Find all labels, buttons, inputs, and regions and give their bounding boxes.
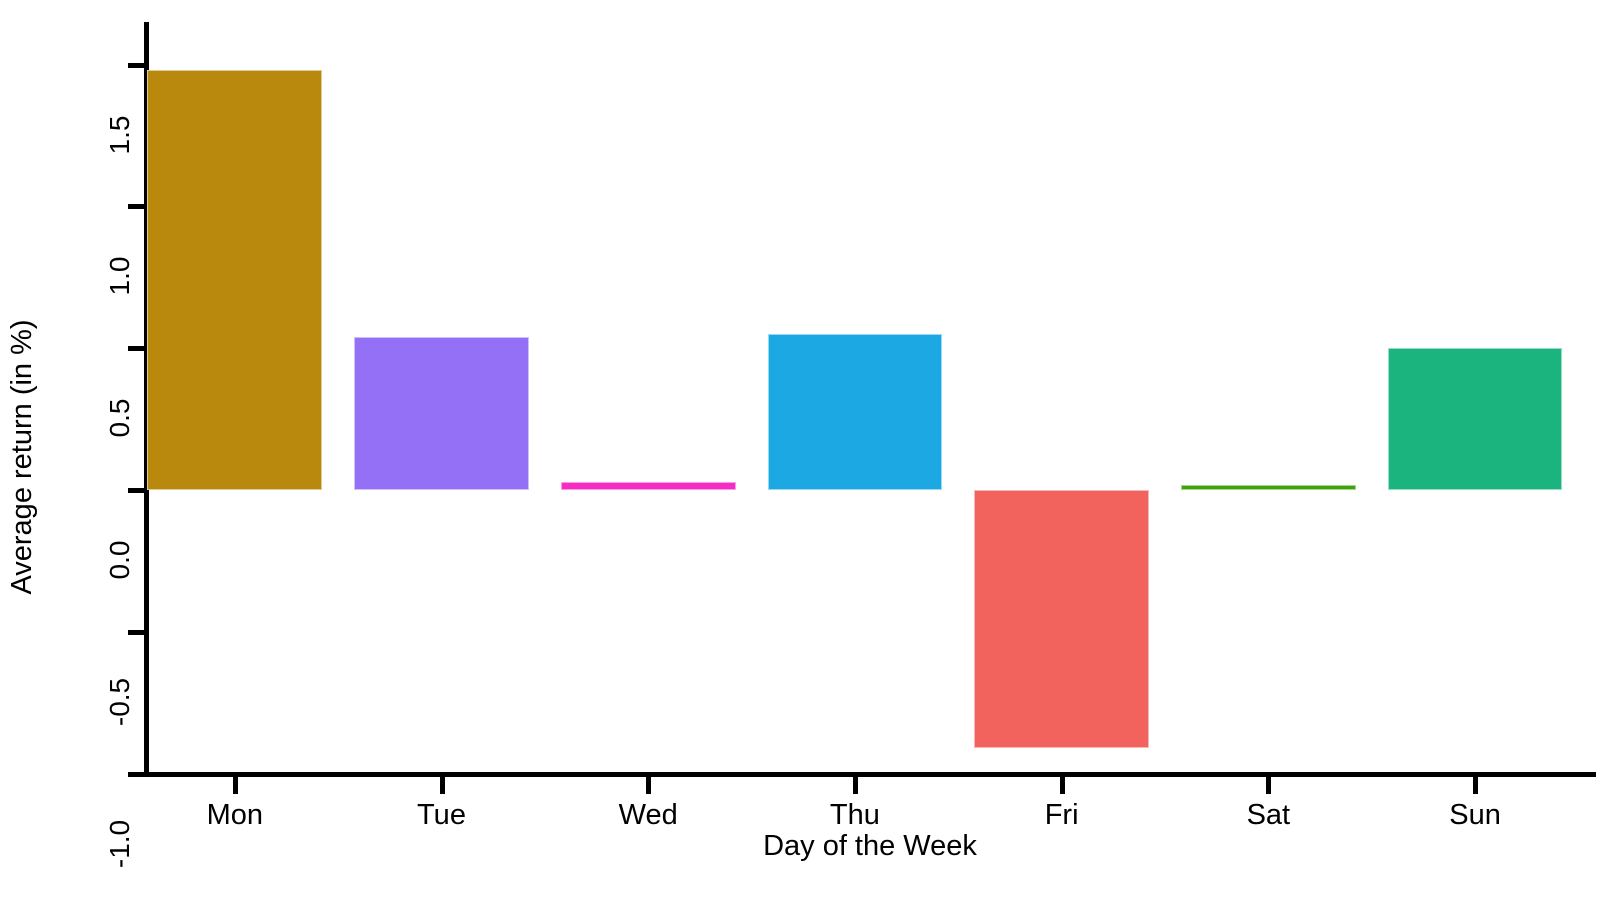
y-axis-tick-label: 1.0 xyxy=(104,256,135,296)
x-axis-tick-label-sun: Sun xyxy=(1449,799,1501,831)
x-axis-title: Day of the Week xyxy=(763,830,977,862)
x-axis-tick-mark xyxy=(439,777,445,794)
bar-thu xyxy=(767,334,943,491)
x-axis-tick-label-sat: Sat xyxy=(1246,799,1291,831)
y-axis-tick-mark xyxy=(128,346,145,352)
x-axis-tick-label-wed: Wed xyxy=(618,799,678,831)
x-axis-tick-mark xyxy=(852,777,858,794)
x-axis-tick-mark xyxy=(646,777,652,794)
plot-area xyxy=(147,22,1596,772)
y-axis-tick-mark xyxy=(128,488,145,494)
bar-tue xyxy=(354,336,529,491)
y-axis-tick-mark xyxy=(128,772,145,777)
bar-wed xyxy=(560,481,736,491)
x-axis-tick-label-thu: Thu xyxy=(829,799,880,831)
x-axis-tick-label-tue: Tue xyxy=(417,799,466,831)
bar-chart-figure: Average return (in %) 1.5 1.0 0.5 0.0 -0.5 -1… xyxy=(0,0,1600,914)
x-axis-tick-mark xyxy=(1059,777,1065,794)
x-axis-line xyxy=(144,772,1596,777)
bar-fri xyxy=(974,490,1149,749)
x-axis-tick-label-mon: Mon xyxy=(206,799,263,831)
bar-sat xyxy=(1181,484,1356,491)
y-axis-tick-label: -0.5 xyxy=(104,677,135,727)
y-axis-tick-label: 0.5 xyxy=(104,398,135,438)
bar-mon xyxy=(147,70,323,491)
bar-sun xyxy=(1387,348,1563,491)
y-axis-tick-label: 0.0 xyxy=(104,540,135,580)
y-axis-tick-mark xyxy=(128,62,145,68)
x-axis-tick-mark xyxy=(232,777,238,794)
x-axis-tick-mark xyxy=(1473,777,1479,794)
y-axis-tick-label: -1.0 xyxy=(104,819,135,869)
x-axis-tick-label-fri: Fri xyxy=(1044,799,1079,831)
y-axis-tick-label: 1.5 xyxy=(104,115,135,155)
y-axis-tick-mark xyxy=(128,630,145,636)
x-axis-tick-mark xyxy=(1266,777,1272,794)
y-axis-tick-mark xyxy=(128,204,145,210)
y-axis-title: Average return (in %) xyxy=(5,319,38,595)
